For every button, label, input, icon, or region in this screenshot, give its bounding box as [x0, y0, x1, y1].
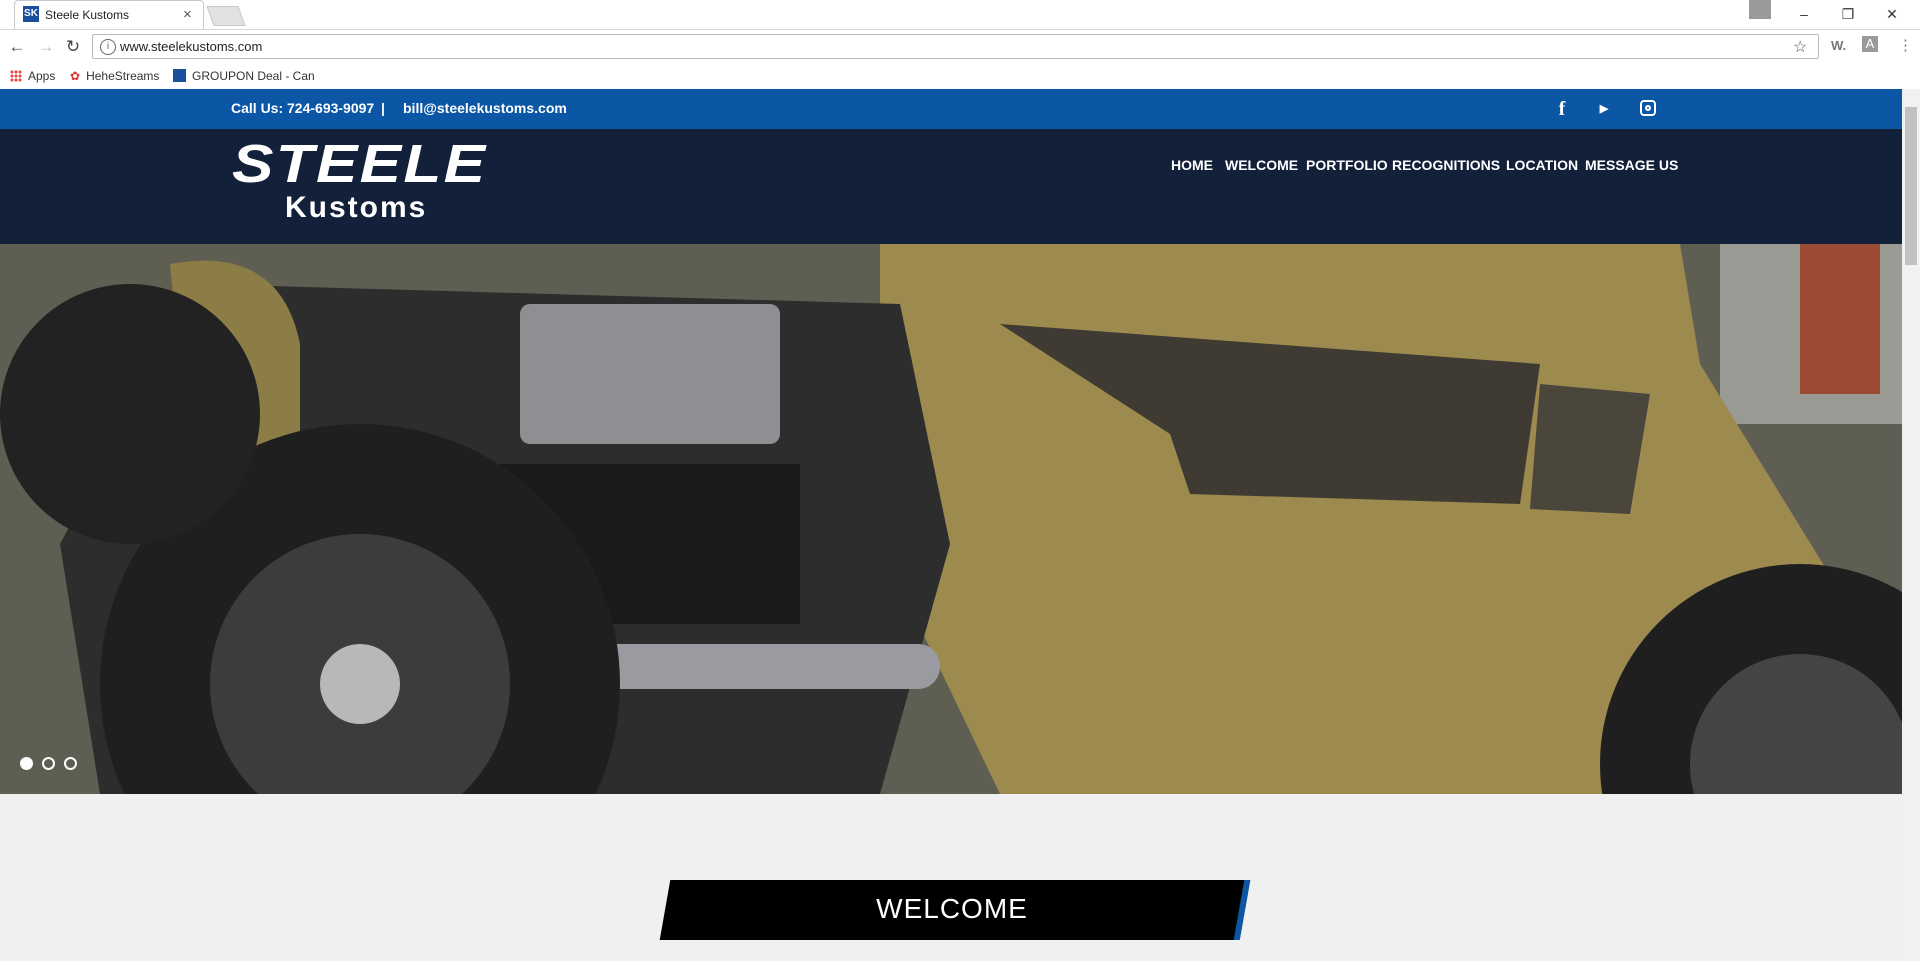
page-scrollbar[interactable] [1902, 89, 1920, 961]
bookmark-apps[interactable]: Apps [10, 69, 55, 83]
forward-icon[interactable]: → [36, 37, 56, 57]
url-text: www.steelekustoms.com [120, 39, 263, 54]
extension-icon[interactable]: A [1862, 36, 1878, 52]
email-link[interactable]: bill@steelekustoms.com [403, 100, 567, 116]
nav-welcome[interactable]: WELCOME [1225, 157, 1298, 173]
restore-icon[interactable]: ❐ [1826, 2, 1870, 26]
groupon-icon [173, 69, 186, 82]
site-favicon-icon: SK [23, 6, 39, 22]
nav-location[interactable]: LOCATION [1506, 157, 1578, 173]
tab-title: Steele Kustoms [45, 8, 130, 22]
hehestreams-icon: ✿ [70, 69, 81, 83]
browser-tab-bar: SK Steele Kustoms × – ❐ ✕ [0, 0, 1920, 30]
bookmark-star-icon[interactable]: ☆ [1793, 37, 1807, 57]
bookmark-hehestreams[interactable]: ✿ HeheStreams [70, 69, 159, 83]
contact-bar: Call Us: 724-693-9097 | bill@steelekusto… [0, 89, 1902, 129]
reload-icon[interactable]: ↻ [63, 37, 83, 57]
nav-portfolio[interactable]: PORTFOLIO [1306, 157, 1388, 173]
instagram-icon[interactable] [1637, 98, 1659, 120]
welcome-heading: WELCOME [876, 893, 1028, 924]
bookmarks-bar: Apps ✿ HeheStreams GROUPON Deal - Can [0, 65, 1920, 90]
phone-text[interactable]: Call Us: 724-693-9097 [231, 100, 374, 116]
minimize-icon[interactable]: – [1782, 2, 1826, 26]
hero-slider[interactable] [0, 244, 1902, 794]
close-window-icon[interactable]: ✕ [1870, 2, 1914, 26]
browser-toolbar: ← → ↻ i www.steelekustoms.com ☆ W. A ⋮ [0, 30, 1920, 65]
facebook-icon[interactable]: f [1551, 98, 1573, 120]
nav-recognitions[interactable]: RECOGNITIONS [1392, 157, 1500, 173]
close-tab-icon[interactable]: × [183, 6, 192, 23]
nav-home[interactable]: HOME [1171, 157, 1213, 173]
slider-dot-3[interactable] [64, 757, 77, 770]
menu-kebab-icon[interactable]: ⋮ [1898, 36, 1913, 54]
scrollbar-thumb[interactable] [1905, 107, 1917, 265]
apps-grid-icon [10, 70, 22, 82]
address-bar[interactable]: i www.steelekustoms.com ☆ [92, 34, 1819, 59]
extension-w-icon[interactable]: W. [1831, 38, 1846, 53]
new-tab-button[interactable] [206, 6, 246, 26]
back-icon[interactable]: ← [7, 37, 27, 57]
logo-kustoms[interactable]: Kustoms [285, 191, 427, 225]
nav-message-us[interactable]: MESSAGE US [1585, 157, 1678, 173]
youtube-icon[interactable]: ▶ [1593, 98, 1615, 120]
site-info-icon[interactable]: i [100, 39, 116, 55]
slider-dot-1[interactable] [20, 757, 33, 770]
slider-dot-2[interactable] [42, 757, 55, 770]
hero-car-image [0, 244, 1902, 794]
site-header: STEELE Kustoms HOME WELCOME PORTFOLIO RE… [0, 129, 1902, 244]
bookmark-groupon[interactable]: GROUPON Deal - Can [173, 69, 315, 83]
contact-separator: | [381, 100, 385, 116]
profile-icon[interactable] [1749, 0, 1771, 19]
browser-tab[interactable]: SK Steele Kustoms × [14, 0, 204, 29]
logo-steele[interactable]: STEELE [232, 137, 598, 191]
